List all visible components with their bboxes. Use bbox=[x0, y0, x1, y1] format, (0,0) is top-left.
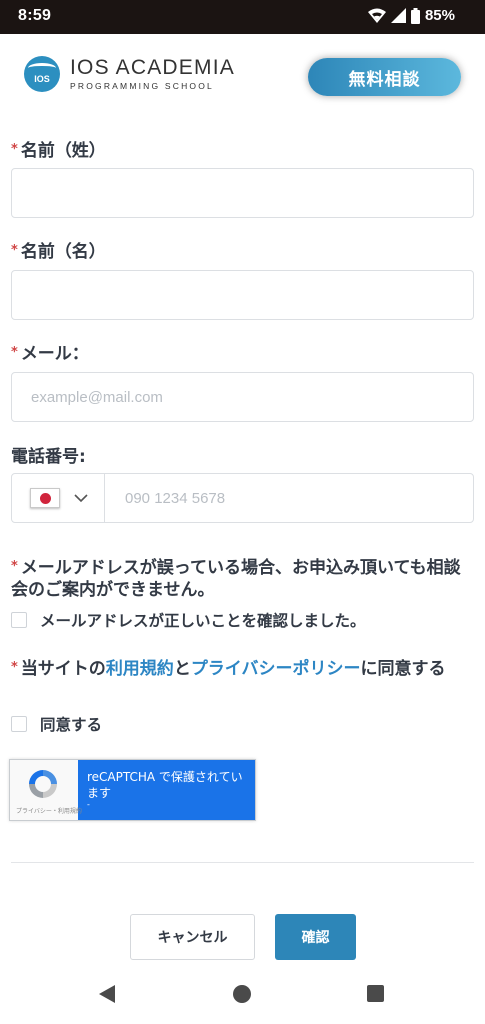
terms-notice: * 当サイトの利用規約とプライバシーポリシーに同意する bbox=[11, 659, 446, 679]
logo-swoosh bbox=[28, 63, 56, 73]
agree-label: 同意する bbox=[40, 716, 103, 734]
phone-field bbox=[11, 473, 474, 523]
wifi-icon bbox=[367, 8, 386, 23]
battery-icon bbox=[410, 7, 420, 24]
email-notice: * メールアドレスが誤っている場合、お申込み頂いても相談会のご案内ができません。 bbox=[11, 558, 461, 600]
recaptcha-info: reCAPTCHA で保護されています - bbox=[78, 760, 255, 820]
recaptcha-dot: - bbox=[87, 800, 90, 809]
required-mark: * bbox=[11, 660, 18, 675]
required-mark: * bbox=[11, 243, 18, 258]
logo-text: IOS ACADEMIA PROGRAMMING SCHOOL bbox=[70, 55, 235, 92]
email-confirm-row[interactable]: メールアドレスが正しいことを確認しました。 bbox=[11, 609, 366, 631]
system-nav-bar bbox=[0, 965, 485, 1024]
home-icon[interactable] bbox=[233, 985, 251, 1003]
logo-subtitle: PROGRAMMING SCHOOL bbox=[70, 80, 214, 91]
back-icon[interactable] bbox=[99, 985, 115, 1003]
status-time: 8:59 bbox=[18, 7, 52, 24]
recent-apps-icon[interactable] bbox=[367, 985, 384, 1002]
email-confirm-checkbox[interactable] bbox=[11, 612, 27, 628]
status-icons: 85% bbox=[367, 7, 455, 24]
chevron-down-icon bbox=[74, 493, 88, 502]
agree-row[interactable]: 同意する bbox=[11, 713, 102, 735]
logo-mark: IOS bbox=[34, 73, 50, 84]
status-bar: 8:59 85% bbox=[0, 0, 485, 34]
recaptcha-badge[interactable]: プライバシー・利用規約 reCAPTCHA で保護されています - bbox=[9, 759, 256, 821]
required-mark: * bbox=[11, 345, 18, 360]
logo-title: IOS ACADEMIA bbox=[70, 55, 235, 79]
divider bbox=[11, 862, 474, 863]
site-logo[interactable]: IOS IOS ACADEMIA PROGRAMMING SCHOOL bbox=[24, 56, 235, 92]
recaptcha-privacy-link[interactable]: プライバシー・利用規約 bbox=[16, 806, 82, 815]
signal-icon bbox=[390, 8, 406, 23]
country-code-select[interactable] bbox=[12, 474, 105, 522]
last-name-label: * 名前（姓） bbox=[11, 141, 106, 161]
japan-flag-icon bbox=[30, 488, 60, 508]
terms-link[interactable]: 利用規約 bbox=[106, 659, 174, 679]
email-confirm-label: メールアドレスが正しいことを確認しました。 bbox=[40, 612, 366, 630]
phone-label: 電話番号: bbox=[11, 447, 86, 467]
recaptcha-text: reCAPTCHA で保護されています bbox=[87, 770, 243, 800]
email-input[interactable] bbox=[11, 372, 474, 422]
privacy-policy-link[interactable]: プライバシーポリシー bbox=[191, 659, 361, 679]
required-mark: * bbox=[11, 559, 18, 574]
recaptcha-logo-area: プライバシー・利用規約 bbox=[10, 760, 82, 820]
last-name-input[interactable] bbox=[11, 168, 474, 218]
phone-input[interactable] bbox=[105, 474, 473, 522]
confirm-button[interactable]: 確認 bbox=[275, 914, 356, 960]
required-mark: * bbox=[11, 142, 18, 157]
agree-checkbox[interactable] bbox=[11, 716, 27, 732]
first-name-input[interactable] bbox=[11, 270, 474, 320]
battery-percent: 85% bbox=[424, 7, 455, 24]
site-header: IOS IOS ACADEMIA PROGRAMMING SCHOOL 無料相談 bbox=[0, 34, 485, 120]
free-consultation-button[interactable]: 無料相談 bbox=[308, 58, 461, 96]
first-name-label: * 名前（名） bbox=[11, 242, 106, 262]
email-label: * メール： bbox=[11, 344, 89, 364]
cancel-button[interactable]: キャンセル bbox=[130, 914, 255, 960]
logo-emblem: IOS bbox=[24, 56, 60, 92]
recaptcha-logo-icon bbox=[29, 770, 57, 798]
